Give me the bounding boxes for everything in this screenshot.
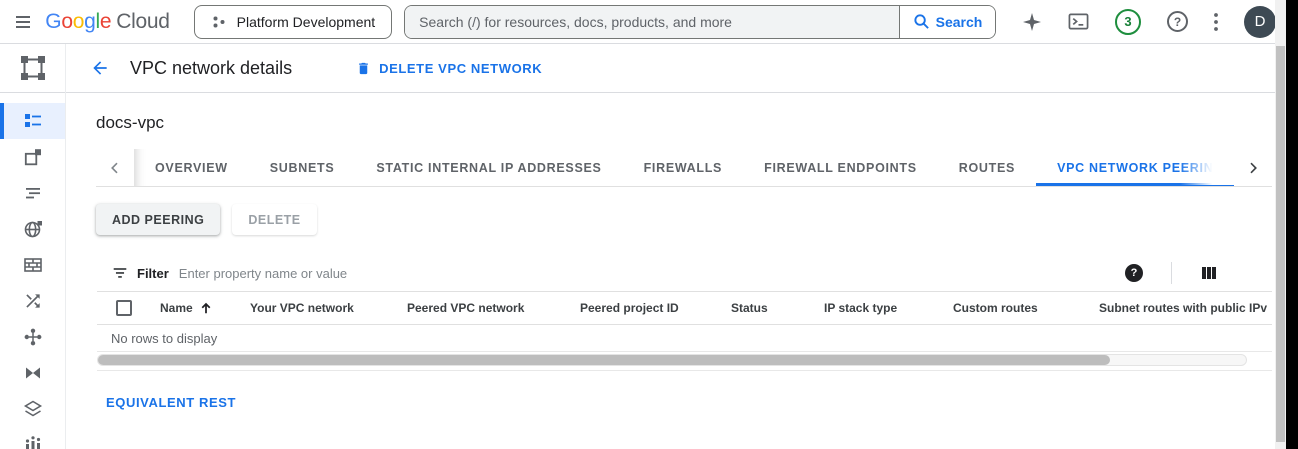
globe-icon: [23, 219, 43, 239]
search-button-label: Search: [936, 14, 983, 30]
delete-vpc-network-button[interactable]: DELETE VPC NETWORK: [356, 61, 542, 76]
top-app-bar: Google Cloud Platform Development Search: [0, 0, 1276, 44]
horizontal-scrollbar-track[interactable]: [97, 354, 1247, 366]
trash-icon: [356, 61, 371, 76]
peering-icon: [23, 327, 43, 347]
sidebar-item-external-ip[interactable]: [0, 139, 65, 175]
firewall-icon: [23, 255, 43, 275]
tab-bar: OVERVIEW SUBNETS STATIC INTERNAL IP ADDR…: [96, 149, 1272, 187]
left-nav-sidebar: [0, 44, 66, 449]
project-selector[interactable]: Platform Development: [194, 5, 393, 39]
tab-static-internal-ip[interactable]: STATIC INTERNAL IP ADDRESSES: [355, 149, 622, 186]
bar-chart-icon: [23, 435, 43, 449]
logo-google-text: Google: [45, 10, 111, 34]
column-header-your-vpc-network[interactable]: Your VPC network: [250, 301, 407, 315]
sidebar-item-vpc-peering[interactable]: [0, 319, 65, 355]
avatar-initial: D: [1255, 13, 1266, 30]
filter-help-icon[interactable]: ?: [1125, 264, 1143, 282]
sidebar-item-serverless-vpc[interactable]: [0, 391, 65, 427]
help-glyph: ?: [1174, 15, 1181, 29]
horizontal-scrollbar-thumb[interactable]: [98, 355, 1110, 365]
network-tiers-icon: [23, 183, 43, 203]
tab-firewalls[interactable]: FIREWALLS: [623, 149, 744, 186]
layers-icon: [23, 399, 43, 419]
column-header-custom-routes[interactable]: Custom routes: [953, 301, 1099, 315]
vertical-scrollbar-thumb[interactable]: [1276, 46, 1285, 442]
more-vert-icon[interactable]: [1214, 13, 1218, 31]
page-header: VPC network details DELETE VPC NETWORK: [66, 44, 1276, 93]
sidebar-item-routes[interactable]: [0, 283, 65, 319]
sort-ascending-icon[interactable]: [199, 301, 213, 315]
vpc-product-icon: [0, 44, 65, 93]
arrow-back-icon: [90, 58, 110, 78]
column-header-status[interactable]: Status: [731, 301, 824, 315]
account-avatar[interactable]: D: [1244, 6, 1276, 38]
help-icon[interactable]: ?: [1167, 11, 1188, 32]
equivalent-rest-link[interactable]: EQUIVALENT REST: [106, 395, 236, 410]
notifications-badge[interactable]: 3: [1115, 9, 1141, 35]
logo-cloud-text: Cloud: [116, 10, 169, 34]
delete-vpc-network-label: DELETE VPC NETWORK: [379, 61, 542, 76]
table-header-row: Name Your VPC network Peered VPC network…: [97, 291, 1272, 325]
tab-overview[interactable]: OVERVIEW: [134, 149, 249, 186]
tab-subnets[interactable]: SUBNETS: [249, 149, 356, 186]
project-name: Platform Development: [237, 14, 376, 30]
network-name: docs-vpc: [96, 113, 1272, 133]
filter-divider: [1171, 262, 1172, 284]
screen-letterbox: [1286, 0, 1298, 449]
filter-label: Filter: [137, 266, 169, 281]
browser-content: Google Cloud Platform Development Search: [0, 0, 1276, 449]
sidebar-item-firewall[interactable]: [0, 247, 65, 283]
vpc-networks-icon: [23, 111, 43, 131]
column-header-name[interactable]: Name: [160, 301, 250, 315]
tab-firewall-endpoints[interactable]: FIREWALL ENDPOINTS: [743, 149, 938, 186]
hamburger-menu-icon[interactable]: [0, 13, 45, 31]
project-icon: [211, 14, 227, 30]
external-ip-icon: [23, 147, 43, 167]
tab-strip: OVERVIEW SUBNETS STATIC INTERNAL IP ADDR…: [134, 149, 1234, 186]
google-cloud-logo[interactable]: Google Cloud: [45, 10, 169, 34]
page-title: VPC network details: [130, 58, 292, 79]
select-all-checkbox[interactable]: [116, 300, 132, 316]
search-button[interactable]: Search: [899, 6, 995, 38]
add-peering-button[interactable]: ADD PEERING: [96, 204, 220, 235]
column-header-peered-vpc-network[interactable]: Peered VPC network: [407, 301, 580, 315]
column-options-icon[interactable]: [1200, 264, 1218, 282]
horizontal-scroll-zone: [97, 351, 1272, 371]
topbar-actions: 3 ? D: [1022, 6, 1276, 38]
column-header-ip-stack-type[interactable]: IP stack type: [824, 301, 953, 315]
global-search: Search: [404, 5, 996, 39]
cloud-shell-icon[interactable]: [1068, 11, 1089, 32]
back-button[interactable]: [90, 58, 110, 78]
routes-icon: [23, 291, 43, 311]
tabs-scroll-left-button[interactable]: [96, 149, 134, 186]
sidebar-item-vpc-networks[interactable]: [0, 103, 65, 139]
search-icon: [913, 13, 930, 30]
sidebar-item-network-analyzer[interactable]: [0, 427, 65, 449]
select-all-cell: [97, 300, 160, 316]
gcp-console: Google Cloud Platform Development Search: [0, 0, 1298, 449]
delete-peering-button[interactable]: DELETE: [232, 204, 316, 235]
search-input[interactable]: [405, 6, 899, 38]
filter-icon: [111, 264, 129, 282]
column-header-peered-project-id[interactable]: Peered project ID: [580, 301, 731, 315]
tabs-scroll-right-button[interactable]: [1234, 149, 1272, 186]
sidebar-item-network-tiers[interactable]: [0, 175, 65, 211]
filter-input[interactable]: [179, 266, 1125, 281]
empty-table-message: No rows to display: [97, 325, 1272, 351]
gemini-sparkle-icon[interactable]: [1022, 12, 1042, 32]
column-header-subnet-routes[interactable]: Subnet routes with public IPv: [1099, 301, 1272, 315]
notification-count: 3: [1124, 14, 1131, 29]
filter-bar: Filter ?: [97, 255, 1272, 291]
shared-vpc-icon: [23, 363, 43, 383]
sidebar-item-ip-addresses[interactable]: [0, 211, 65, 247]
sidebar-item-shared-vpc[interactable]: [0, 355, 65, 391]
tab-vpc-network-peering[interactable]: VPC NETWORK PEERING: [1036, 149, 1234, 186]
filter-help-glyph: ?: [1131, 267, 1138, 279]
peering-toolbar: ADD PEERING DELETE: [96, 204, 1272, 235]
tab-routes[interactable]: ROUTES: [938, 149, 1036, 186]
peering-table: Filter ?: [97, 255, 1272, 371]
